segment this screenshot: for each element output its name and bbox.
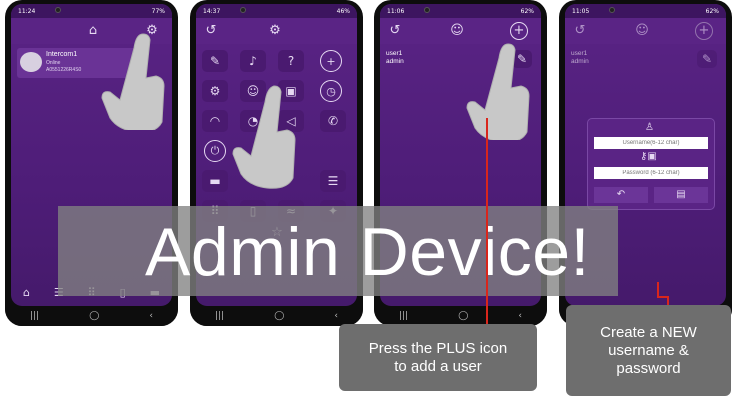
phone-icon[interactable]: ✆ [320,110,346,132]
user-item[interactable]: admin [386,58,404,66]
music-icon[interactable]: ♪ [240,50,266,72]
settings-icon[interactable]: ⚙ [266,22,284,40]
android-nav: ||| ◯ ‹ [190,306,363,326]
cancel-button[interactable]: ↶ [594,187,648,203]
back-button[interactable]: ‹ [149,311,153,321]
status-battery: 46% [336,7,350,15]
device-status: Online [46,60,61,66]
plus-hint-callout: Press the PLUS icon to add a user [339,324,537,391]
edit-icon[interactable]: ✎ [697,50,717,68]
clock-icon[interactable]: ◷ [320,80,342,102]
user-icon: ♙ [645,122,654,133]
plus-hint-text: Press the PLUS icon to add a user [368,339,508,375]
home-button[interactable]: ◯ [458,311,468,321]
plus-icon[interactable]: + [695,22,713,40]
pointer-line [486,118,488,324]
device-id: A0551226R4S0 [46,67,82,73]
back-icon[interactable]: ↺ [202,22,220,40]
back-button[interactable]: ‹ [518,311,522,321]
camera-hole [55,7,61,13]
status-time: 11:05 [572,7,590,15]
status-battery: 77% [151,7,165,15]
status-bar: 11:05 62% [565,4,726,18]
pointing-hand [101,33,165,130]
status-time: 11:06 [387,7,405,15]
camera-hole [609,7,615,13]
user-item[interactable]: user1 [571,50,589,58]
status-bar: 11:06 62% [380,4,541,18]
plus-icon[interactable]: + [320,50,342,72]
list-search-icon[interactable]: ☰ [320,170,346,192]
pointing-hand [232,85,296,189]
home-button[interactable]: ◯ [89,311,99,321]
key-lock-icon: ⚷▣ [640,151,657,162]
user-item[interactable]: admin [571,58,589,66]
status-battery: 62% [520,7,534,15]
users-icon[interactable]: ☺ [633,22,651,40]
banner-title: Admin Device! [145,214,590,290]
home-button[interactable]: ◯ [274,311,284,321]
status-time: 11:24 [18,7,36,15]
device-name: Intercom1 [46,51,78,58]
back-icon[interactable]: ↺ [571,22,589,40]
android-nav: ||| ◯ ‹ [374,306,547,326]
avatar [20,52,42,72]
recent-apps-button[interactable]: ||| [399,311,408,321]
camera-hole [240,7,246,13]
add-user-dialog: ♙ ⚷▣ ↶ ▤ [587,118,715,210]
status-bar: 14:37 46% [196,4,357,18]
android-nav: ||| ◯ ‹ [5,306,178,326]
help-icon[interactable]: ? [278,50,304,72]
back-icon[interactable]: ↺ [386,22,404,40]
create-user-callout: Create a NEW username & password [566,305,731,396]
create-hint-text: Create a NEW username & password [600,323,697,377]
wifi-icon[interactable]: ◠ [202,110,228,132]
status-time: 14:37 [203,7,221,15]
recent-apps-button[interactable]: ||| [30,311,39,321]
user-list: user1 admin [571,50,589,66]
username-field[interactable] [594,137,708,149]
user-list: user1 admin [386,50,404,66]
recent-apps-button[interactable]: ||| [215,311,224,321]
chat-icon[interactable]: ▬ [202,170,228,192]
back-button[interactable]: ‹ [334,311,338,321]
save-button[interactable]: ▤ [654,187,708,203]
user-item[interactable]: user1 [386,50,404,58]
settings-multi-icon[interactable]: ⚙ [202,80,228,102]
status-bar: 11:24 77% [11,4,172,18]
camera-hole [424,7,430,13]
users-icon[interactable]: ☺ [448,22,466,40]
plus-icon[interactable]: + [510,22,528,40]
pointing-hand [466,43,530,140]
password-field[interactable] [594,167,708,179]
status-battery: 62% [705,7,719,15]
edit-icon[interactable]: ✎ [202,50,228,72]
power-icon[interactable]: ⏻ [204,140,226,162]
